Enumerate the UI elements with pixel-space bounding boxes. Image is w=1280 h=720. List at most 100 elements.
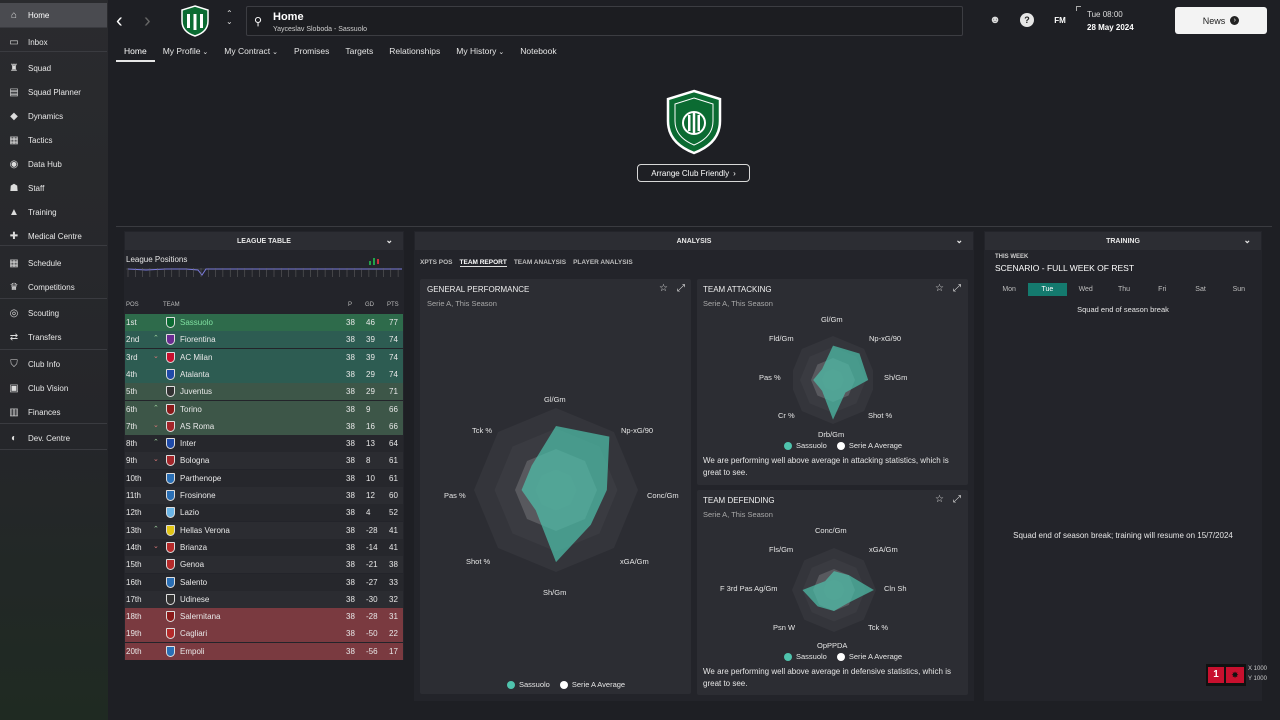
sidebar-item-transfers[interactable]: ⇄ Transfers [0,325,107,349]
data-hub-icon: ◉ [9,158,19,170]
tab-player-analysis[interactable]: PLAYER ANALYSIS [573,259,633,267]
sidebar-item-dev-centre[interactable]: ◐ Dev. Centre [0,426,107,450]
sidebar-item-competitions[interactable]: ♛ Competitions [0,275,107,299]
table-row[interactable]: 5th Juventus 38 29 71 [125,383,403,401]
table-row[interactable]: 8th ⌃ Inter 38 13 64 [125,435,403,453]
sidebar-item-dynamics[interactable]: ◆ Dynamics [0,104,107,128]
row-team: AC Milan [180,352,213,362]
general-performance-radar [474,408,638,572]
table-row[interactable]: 10th Parthenope 38 10 61 [125,469,403,487]
training-icon: ▲ [9,206,19,218]
sidebar-item-label: Data Hub [28,159,62,169]
training-header[interactable]: TRAINING ⌄ [985,232,1261,250]
sidebar-item-squad-planner[interactable]: ▤ Squad Planner [0,80,107,104]
table-row[interactable]: 6th ⌃ Torino 38 9 66 [125,400,403,418]
sidebar-item-finances[interactable]: ▥ Finances [0,400,107,424]
tab-home[interactable]: Home [116,44,155,62]
analysis-header[interactable]: ANALYSIS ⌄ [415,232,973,250]
team-crest-icon [166,593,175,605]
row-gd: -30 [366,594,378,604]
team-crest-icon [166,420,175,432]
row-team: Fiorentina [180,335,216,345]
radar-axis-label: Shot % [466,557,491,566]
sidebar-item-data-hub[interactable]: ◉ Data Hub [0,152,107,176]
table-row[interactable]: 7th ⌄ AS Roma 38 16 66 [125,417,403,435]
sidebar-item-label: Club Info [28,359,61,369]
tab-relationships[interactable]: Relationships [381,44,448,62]
tab-promises[interactable]: Promises [286,44,337,62]
table-row[interactable]: 14th ⌄ Brianza 38 -14 41 [125,538,403,556]
sidebar-item-squad[interactable]: ♜ Squad [0,56,107,80]
sidebar-item-home[interactable]: ⌂ Home [0,3,107,27]
chevron-down-icon[interactable]: ⌄ [385,235,393,246]
medical-icon: ✚ [9,230,19,242]
table-row[interactable]: 17th Udinese 38 -30 32 [125,590,403,608]
day-sun[interactable]: Sun [1220,283,1258,296]
club-crest-icon[interactable] [180,5,210,39]
chevron-down-icon[interactable]: ⌄ [955,235,963,246]
table-row[interactable]: 4th Atalanta 38 29 74 [125,365,403,383]
sidebar-item-scouting[interactable]: ◎ Scouting [0,301,107,325]
star-icon[interactable]: ☆ [935,283,944,294]
day-mon[interactable]: Mon [990,283,1028,296]
people-icon[interactable]: ☻ [988,13,1002,27]
day-fri[interactable]: Fri [1143,283,1181,296]
arrange-friendly-button[interactable]: Arrange Club Friendly › [637,164,750,182]
league-table-header[interactable]: LEAGUE TABLE ⌄ [125,232,403,250]
forward-icon[interactable]: › [144,10,151,33]
sidebar-item-training[interactable]: ▲ Training [0,200,107,224]
table-row[interactable]: 1st Sassuolo 38 46 77 [125,314,403,331]
star-icon[interactable]: ☆ [935,494,944,505]
tab-my-contract[interactable]: My Contract ⌄ [216,44,286,62]
fm-icon[interactable]: FM [1050,13,1070,27]
sidebar-item-tactics[interactable]: ▦ Tactics [0,128,107,152]
expand-icon[interactable]: ⤢ [677,283,685,294]
tab-xpts-pos[interactable]: XPTS POS [420,259,453,267]
table-row[interactable]: 11th Frosinone 38 12 60 [125,487,403,504]
sidebar-item-staff[interactable]: ☗ Staff [0,176,107,200]
row-p: 38 [346,491,355,500]
sidebar-item-club-info[interactable]: ⛉ Club Info [0,352,107,376]
arrow-down-icon: ⌄ [153,542,159,550]
sidebar-item-schedule[interactable]: ▦ Schedule [0,251,107,275]
tab-team-analysis[interactable]: TEAM ANALYSIS [514,259,566,267]
expand-icon[interactable]: ⤢ [953,494,961,505]
day-wed[interactable]: Wed [1067,283,1105,296]
row-team: Hellas Verona [180,525,230,535]
day-tue[interactable]: Tue [1028,283,1067,296]
sidebar-item-club-vision[interactable]: ▣ Club Vision [0,376,107,400]
sidebar-item-label: Competitions [28,282,75,292]
tab-my-profile[interactable]: My Profile ⌄ [155,44,217,62]
expand-icon[interactable]: ⤢ [953,283,961,294]
club-switch-icon[interactable]: ⌃ ⌄ [226,10,233,26]
table-row[interactable]: 3rd ⌄ AC Milan 38 39 74 [125,348,403,366]
day-thu[interactable]: Thu [1105,283,1143,296]
table-row[interactable]: 2nd ⌃ Fiorentina 38 39 74 [125,331,403,349]
chevron-down-icon[interactable]: ⌄ [1243,235,1251,246]
day-sat[interactable]: Sat [1181,283,1219,296]
sidebar-item-label: Squad Planner [28,87,81,97]
table-row[interactable]: 9th ⌄ Bologna 38 8 61 [125,452,403,470]
radar-axis-label: Pas % [759,373,781,382]
back-icon[interactable]: ‹ [116,10,123,33]
table-row[interactable]: 15th Genoa 38 -21 38 [125,556,403,574]
tab-team-report[interactable]: TEAM REPORT [459,259,507,267]
table-row[interactable]: 19th Cagliari 38 -50 22 [125,625,403,643]
table-row[interactable]: 16th Salento 38 -27 33 [125,573,403,591]
star-icon[interactable]: ☆ [659,283,668,294]
table-row[interactable]: 13th ⌃ Hellas Verona 38 -28 41 [125,521,403,539]
table-row[interactable]: 12th Lazio 38 4 52 [125,504,403,522]
tab-notebook[interactable]: Notebook [512,44,564,62]
news-button[interactable]: News › [1175,7,1267,34]
radar-axis-label: Sh/Gm [884,373,908,382]
row-p: 38 [346,369,355,379]
table-row[interactable]: 20th Empoli 38 -56 17 [125,642,403,660]
row-gd: 29 [366,387,375,397]
search-bar[interactable]: ⚲ Home Yayceslav Sloboda - Sassuolo [246,6,963,36]
tab-my-history[interactable]: My History ⌄ [448,44,512,62]
table-row[interactable]: 18th Salernitana 38 -28 31 [125,608,403,626]
help-icon[interactable]: ? [1020,13,1034,27]
tab-targets[interactable]: Targets [337,44,381,62]
chevron-right-icon: › [733,168,736,178]
radar-axis-label: xGA/Gm [869,545,898,554]
